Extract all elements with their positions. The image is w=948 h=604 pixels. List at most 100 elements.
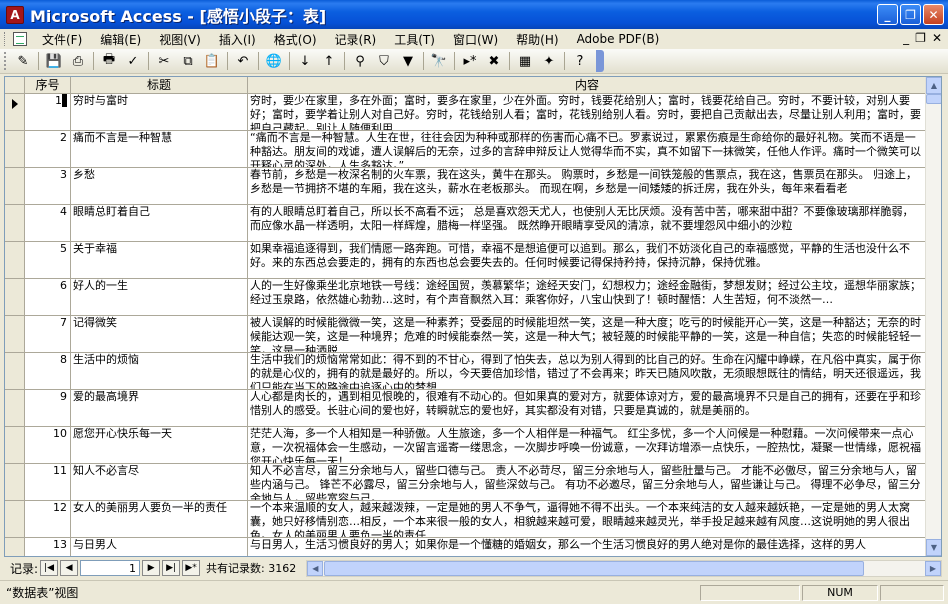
cell-id[interactable]: 9 (25, 390, 71, 427)
sort-ascending-icon[interactable]: ↓ (295, 51, 315, 71)
record-selector[interactable] (5, 464, 25, 501)
record-selector[interactable] (5, 538, 25, 556)
menu-grip[interactable] (4, 32, 7, 46)
horizontal-scrollbar[interactable]: ◀ ▶ (306, 559, 942, 577)
record-selector[interactable] (5, 131, 25, 168)
scroll-thumb[interactable] (926, 94, 941, 104)
toolbar-options-button[interactable] (596, 50, 604, 72)
cell-id[interactable]: 5 (25, 242, 71, 279)
print-icon[interactable]: 🖶 (99, 51, 119, 71)
filter-by-form-icon[interactable]: ⛉ (374, 51, 394, 71)
table-row[interactable]: 5 关于幸福 如果幸福追逐得到，我们情愿一路奔跑。可惜，幸福不是想追便可以追到。那么… (5, 242, 927, 279)
cell-content[interactable]: 如果幸福追逐得到，我们情愿一路奔跑。可惜，幸福不是想追便可以追到。那么，我们不妨… (248, 242, 927, 279)
record-selector[interactable] (5, 353, 25, 390)
cell-title[interactable]: 穷时与富时 (71, 94, 248, 131)
delete-record-icon[interactable]: ✖ (484, 51, 504, 71)
table-row[interactable]: 9 爱的最高境界 人心都是肉长的，遇到相见恨晚的，很难有不动心的。但如果真的爱对方，… (5, 390, 927, 427)
cell-title[interactable]: 女人的美丽男人要负一半的责任 (71, 501, 248, 538)
table-row[interactable]: 2 痛而不言是一种智慧 “痛而不言是一种智慧。人生在世，往往会因为种种或那样的伤害而… (5, 131, 927, 168)
table-row[interactable]: 6 好人的一生 人的一生好像乘坐北京地铁一号线：途经国贸，羡慕繁华；途经天安门，幻想… (5, 279, 927, 316)
cell-content[interactable]: 春节前，乡愁是一枚深名制的火车票，我在这头，黄牛在那头。 购票时，乡愁是一间铁笼… (248, 168, 927, 205)
record-selector[interactable] (5, 205, 25, 242)
menu-edit[interactable]: 编辑(E) (91, 31, 150, 48)
cell-title[interactable]: 生活中的烦恼 (71, 353, 248, 390)
table-row[interactable]: 12 女人的美丽男人要负一半的责任 一个本来温顺的女人，越来越泼辣，一定是她的男人不… (5, 501, 927, 538)
undo-icon[interactable]: ↶ (233, 51, 253, 71)
cell-title[interactable]: 乡愁 (71, 168, 248, 205)
table-row[interactable]: 10 愿您开心快乐每一天 茫茫人海，多一个人相知是一种骄傲。人生旅途，多一个人相伴是… (5, 427, 927, 464)
menu-insert[interactable]: 插入(I) (210, 31, 265, 48)
record-number-input[interactable] (80, 560, 141, 576)
cut-icon[interactable]: ✂ (154, 51, 174, 71)
cell-id[interactable]: 3 (25, 168, 71, 205)
cell-id[interactable]: 11 (25, 464, 71, 501)
record-selector[interactable] (5, 501, 25, 538)
table-row[interactable]: 4 眼睛总盯着自己 有的人眼睛总盯着自己，所以长不高看不远； 总是喜欢怨天尤人，也使… (5, 205, 927, 242)
menu-file[interactable]: 文件(F) (33, 31, 91, 48)
menu-tools[interactable]: 工具(T) (385, 31, 444, 48)
cell-title[interactable]: 痛而不言是一种智慧 (71, 131, 248, 168)
vertical-scrollbar[interactable]: ▲ ▼ (925, 77, 941, 556)
close-button[interactable]: ✕ (923, 4, 944, 25)
cell-content[interactable]: 生活中我们的烦恼常常如此：得不到的不甘心，得到了怕失去，总以为别人得到的比自己的… (248, 353, 927, 390)
toolbar-grip[interactable] (4, 52, 7, 70)
apply-filter-icon[interactable]: ▼ (398, 51, 418, 71)
save-icon[interactable]: 💾 (44, 51, 64, 71)
cell-id[interactable]: 6 (25, 279, 71, 316)
doc-restore-button[interactable]: ❐ (915, 31, 926, 45)
print-preview-icon[interactable]: ⎙ (68, 51, 88, 71)
next-record-button[interactable]: ▶ (142, 560, 161, 576)
column-header-title[interactable]: 标题 (71, 77, 248, 94)
cell-id[interactable]: 4 (25, 205, 71, 242)
minimize-button[interactable]: _ (877, 4, 898, 25)
record-selector[interactable] (5, 168, 25, 205)
cell-content[interactable]: 茫茫人海，多一个人相知是一种骄傲。人生旅途，多一个人相伴是一种福气。 红尘多忧，… (248, 427, 927, 464)
cell-title[interactable]: 好人的一生 (71, 279, 248, 316)
doc-close-button[interactable]: ✕ (932, 31, 942, 45)
cell-content[interactable]: 知人不必言尽，留三分余地与人，留些口德与己。 责人不必苛尽，留三分余地与人，留些… (248, 464, 927, 501)
copy-icon[interactable]: ⧉ (178, 51, 198, 71)
view-design-icon[interactable]: ✎ (13, 51, 33, 71)
record-selector[interactable] (5, 94, 25, 131)
title-bar[interactable]: A Microsoft Access - [感悟小段子：表] _ ❐ ✕ (0, 0, 948, 29)
scroll-up-button[interactable]: ▲ (926, 77, 941, 94)
cell-id[interactable]: 1 (25, 94, 71, 131)
column-header-content[interactable]: 内容 (248, 77, 927, 94)
scroll-down-button[interactable]: ▼ (926, 539, 941, 556)
cell-content[interactable]: 被人误解的时候能微微一笑，这是一种素养；受委屈的时候能坦然一笑，这是一种大度；吃… (248, 316, 927, 353)
record-selector[interactable] (5, 279, 25, 316)
column-header-id[interactable]: 序号 (25, 77, 71, 94)
cell-id[interactable]: 12 (25, 501, 71, 538)
help-icon[interactable]: ? (570, 51, 590, 71)
restore-button[interactable]: ❐ (900, 4, 921, 25)
cell-content[interactable]: 人的一生好像乘坐北京地铁一号线：途经国贸，羡慕繁华；途经天安门，幻想权力；途经金… (248, 279, 927, 316)
cell-content[interactable]: 一个本来温顺的女人，越来越泼辣，一定是她的男人不争气，逼得她不得不出头。一个本来… (248, 501, 927, 538)
cell-content[interactable]: 穷时，要少在家里，多在外面；富时，要多在家里，少在外面。穷时，钱要花给别人；富时… (248, 94, 927, 131)
record-selector[interactable] (5, 242, 25, 279)
cell-id[interactable]: 8 (25, 353, 71, 390)
cell-content[interactable]: 有的人眼睛总盯着自己，所以长不高看不远； 总是喜欢怨天尤人，也使别人无比厌烦。没… (248, 205, 927, 242)
table-row[interactable]: 1 穷时与富时 穷时，要少在家里，多在外面；富时，要多在家里，少在外面。穷时，钱要花… (5, 94, 927, 131)
table-row[interactable]: 8 生活中的烦恼 生活中我们的烦恼常常如此：得不到的不甘心，得到了怕失去，总以为别人… (5, 353, 927, 390)
table-row[interactable]: 13 与日男人 与日男人，生活习惯良好的男人；如果你是一个懂糖的婚姻女，那么一个生活… (5, 538, 927, 556)
menu-records[interactable]: 记录(R) (326, 31, 386, 48)
previous-record-button[interactable]: ◀ (60, 560, 79, 576)
cell-content[interactable]: 人心都是肉长的，遇到相见恨晚的，很难有不动心的。但如果真的爱对方，就要体谅对方，… (248, 390, 927, 427)
new-object-icon[interactable]: ✦ (539, 51, 559, 71)
select-all-corner[interactable] (5, 77, 25, 94)
cell-content[interactable]: “痛而不言是一种智慧。人生在世，往往会因为种种或那样的伤害而心痛不已。罗素说过，… (248, 131, 927, 168)
cell-title[interactable]: 记得微笑 (71, 316, 248, 353)
table-row[interactable]: 11 知人不必言尽 知人不必言尽，留三分余地与人，留些口德与己。 责人不必苛尽，留三… (5, 464, 927, 501)
cell-content[interactable]: 与日男人，生活习惯良好的男人；如果你是一个懂糖的婚姻女，那么一个生活习惯良好的男… (248, 538, 927, 556)
cell-id[interactable]: 10 (25, 427, 71, 464)
cell-id[interactable]: 2 (25, 131, 71, 168)
hyperlink-icon[interactable]: 🌐 (264, 51, 284, 71)
first-record-button[interactable]: |◀ (40, 560, 59, 576)
cell-title[interactable]: 眼睛总盯着自己 (71, 205, 248, 242)
scroll-right-button[interactable]: ▶ (925, 560, 941, 576)
cell-id[interactable]: 7 (25, 316, 71, 353)
sort-descending-icon[interactable]: ↑ (319, 51, 339, 71)
record-selector[interactable] (5, 427, 25, 464)
record-selector[interactable] (5, 390, 25, 427)
table-row[interactable]: 3 乡愁 春节前，乡愁是一枚深名制的火车票，我在这头，黄牛在那头。 购票时，乡愁是一… (5, 168, 927, 205)
